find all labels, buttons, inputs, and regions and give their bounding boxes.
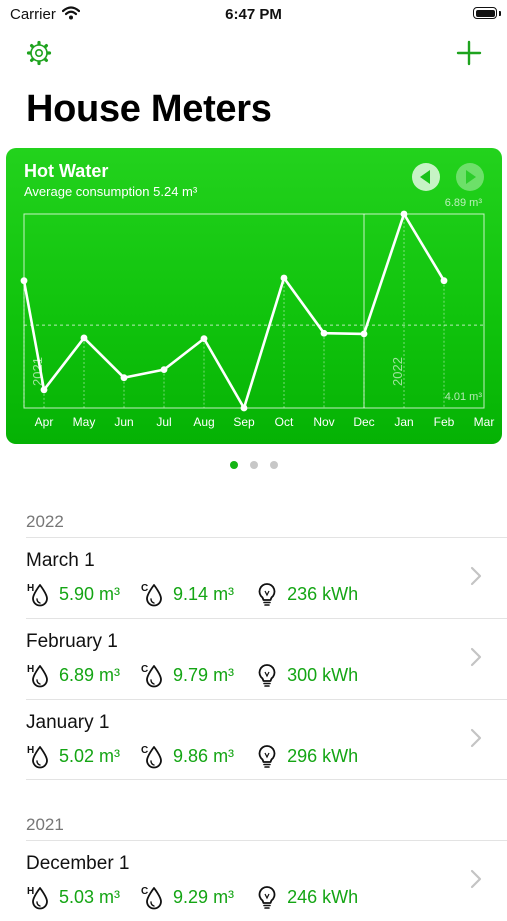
- data-point: [120, 374, 128, 382]
- x-tick-label: Oct: [275, 415, 294, 429]
- section-header-2022: 2022: [26, 512, 64, 531]
- x-tick-label: Aug: [193, 415, 214, 429]
- x-tick-label: Apr: [35, 415, 54, 429]
- x-tick-label: Jul: [156, 415, 171, 429]
- cold-water-drop-icon: C: [141, 745, 162, 769]
- x-tick-label: Sep: [233, 415, 255, 429]
- data-point: [320, 329, 328, 337]
- data-point: [240, 404, 248, 412]
- clock: 6:47 PM: [225, 6, 282, 23]
- reading-date: December 1: [26, 853, 130, 874]
- max-value-label: 6.89 m³: [445, 197, 483, 209]
- cold-water-value: 9.79 m³: [173, 664, 235, 685]
- arrow-right-circle-icon[interactable]: [455, 162, 485, 192]
- battery-icon: [473, 7, 497, 19]
- list-item[interactable]: February 1 H 6.89 m³ C 9.79 m³ 300 kWh: [0, 619, 507, 699]
- battery-tip: [499, 11, 501, 16]
- x-tick-label: Nov: [313, 415, 334, 429]
- data-point: [360, 330, 368, 338]
- lightbulb-icon: [258, 583, 276, 606]
- svg-text:H: H: [27, 664, 34, 675]
- chart-subtitle: Average consumption 5.24 m³: [24, 184, 198, 199]
- page-dot-3[interactable]: [269, 461, 278, 469]
- lightbulb-icon: [258, 886, 276, 909]
- cold-water-value: 9.86 m³: [173, 745, 235, 766]
- svg-text:C: C: [141, 664, 148, 675]
- svg-text:C: C: [141, 583, 148, 594]
- cold-water-value: 9.14 m³: [173, 583, 235, 604]
- x-tick-label: Feb: [434, 415, 455, 429]
- list-item[interactable]: December 1 H 5.03 m³ C 9.29 m³ 246 kWh: [0, 841, 507, 921]
- svg-text:H: H: [27, 745, 34, 756]
- hot-water-drop-icon: H: [27, 886, 48, 910]
- cold-water-drop-icon: C: [141, 886, 162, 910]
- page-title: House Meters: [26, 88, 272, 130]
- chart-card[interactable]: Apr May Jun Jul Aug Sep Oct Nov Dec Jan Feb Mar 2021…: [6, 148, 502, 444]
- min-value-label: 4.01 m³: [445, 391, 483, 403]
- year-label: 2022: [390, 357, 405, 386]
- x-tick-label: Mar: [474, 415, 495, 429]
- svg-text:H: H: [27, 886, 34, 897]
- hot-water-drop-icon: H: [27, 664, 48, 688]
- hot-water-value: 5.03 m³: [59, 886, 121, 907]
- page-dot-2[interactable]: [249, 461, 258, 469]
- data-point: [80, 334, 88, 342]
- data-point: [400, 210, 408, 218]
- chevron-right-icon: [470, 647, 482, 667]
- data-point: [200, 335, 208, 343]
- series-line: [22, 212, 446, 410]
- lightbulb-icon: [258, 664, 276, 687]
- electricity-value: 300 kWh: [287, 664, 359, 685]
- hot-water-drop-icon: H: [27, 745, 48, 769]
- electricity-value: 246 kWh: [287, 886, 359, 907]
- svg-text:C: C: [141, 745, 148, 756]
- x-tick-label: Jan: [394, 415, 413, 429]
- hot-water-value: 6.89 m³: [59, 664, 121, 685]
- reading-values: H 5.02 m³ C 9.86 m³ 296 kWh: [26, 743, 378, 769]
- hot-water-value: 5.90 m³: [59, 583, 121, 604]
- chart-title: Hot Water: [24, 161, 109, 181]
- reading-date: January 1: [26, 712, 110, 733]
- list-item[interactable]: March 1 H 5.90 m³ C 9.14 m³ 236 kWh: [0, 538, 507, 618]
- svg-text:H: H: [27, 583, 34, 594]
- reading-date: February 1: [26, 631, 118, 652]
- reading-values: H 5.90 m³ C 9.14 m³ 236 kWh: [26, 581, 378, 607]
- data-point: [160, 366, 168, 374]
- list-item[interactable]: January 1 H 5.02 m³ C 9.86 m³ 296 kWh: [0, 700, 507, 780]
- plus-icon[interactable]: [456, 40, 482, 66]
- x-tick-label: Dec: [353, 415, 374, 429]
- year-label: 2021: [30, 357, 45, 386]
- x-tick-label: May: [73, 415, 96, 429]
- arrow-left-circle-icon[interactable]: [411, 162, 441, 192]
- data-point: [280, 274, 288, 282]
- data-point: [440, 277, 448, 285]
- chevron-right-icon: [470, 869, 482, 889]
- electricity-value: 296 kWh: [287, 745, 359, 766]
- page-indicator[interactable]: [0, 456, 507, 474]
- cold-water-drop-icon: C: [141, 583, 162, 607]
- hot-water-value: 5.02 m³: [59, 745, 121, 766]
- status-bar: Carrier 6:47 PM: [0, 0, 507, 30]
- lightbulb-icon: [258, 745, 276, 768]
- separator: [26, 779, 507, 780]
- reading-values: H 6.89 m³ C 9.79 m³ 300 kWh: [26, 662, 378, 688]
- reading-values: H 5.03 m³ C 9.29 m³ 246 kWh: [26, 884, 378, 910]
- hot-water-drop-icon: H: [27, 583, 48, 607]
- gear-icon[interactable]: [26, 40, 52, 66]
- data-point: [40, 386, 48, 394]
- svg-text:C: C: [141, 886, 148, 897]
- electricity-value: 236 kWh: [287, 583, 359, 604]
- cold-water-drop-icon: C: [141, 664, 162, 688]
- chevron-right-icon: [470, 728, 482, 748]
- section-header-2021: 2021: [26, 815, 64, 834]
- x-tick-label: Jun: [114, 415, 133, 429]
- reading-date: March 1: [26, 550, 95, 571]
- data-point: [20, 277, 28, 285]
- page-dot-1[interactable]: [229, 461, 238, 469]
- chevron-right-icon: [470, 566, 482, 586]
- cold-water-value: 9.29 m³: [173, 886, 235, 907]
